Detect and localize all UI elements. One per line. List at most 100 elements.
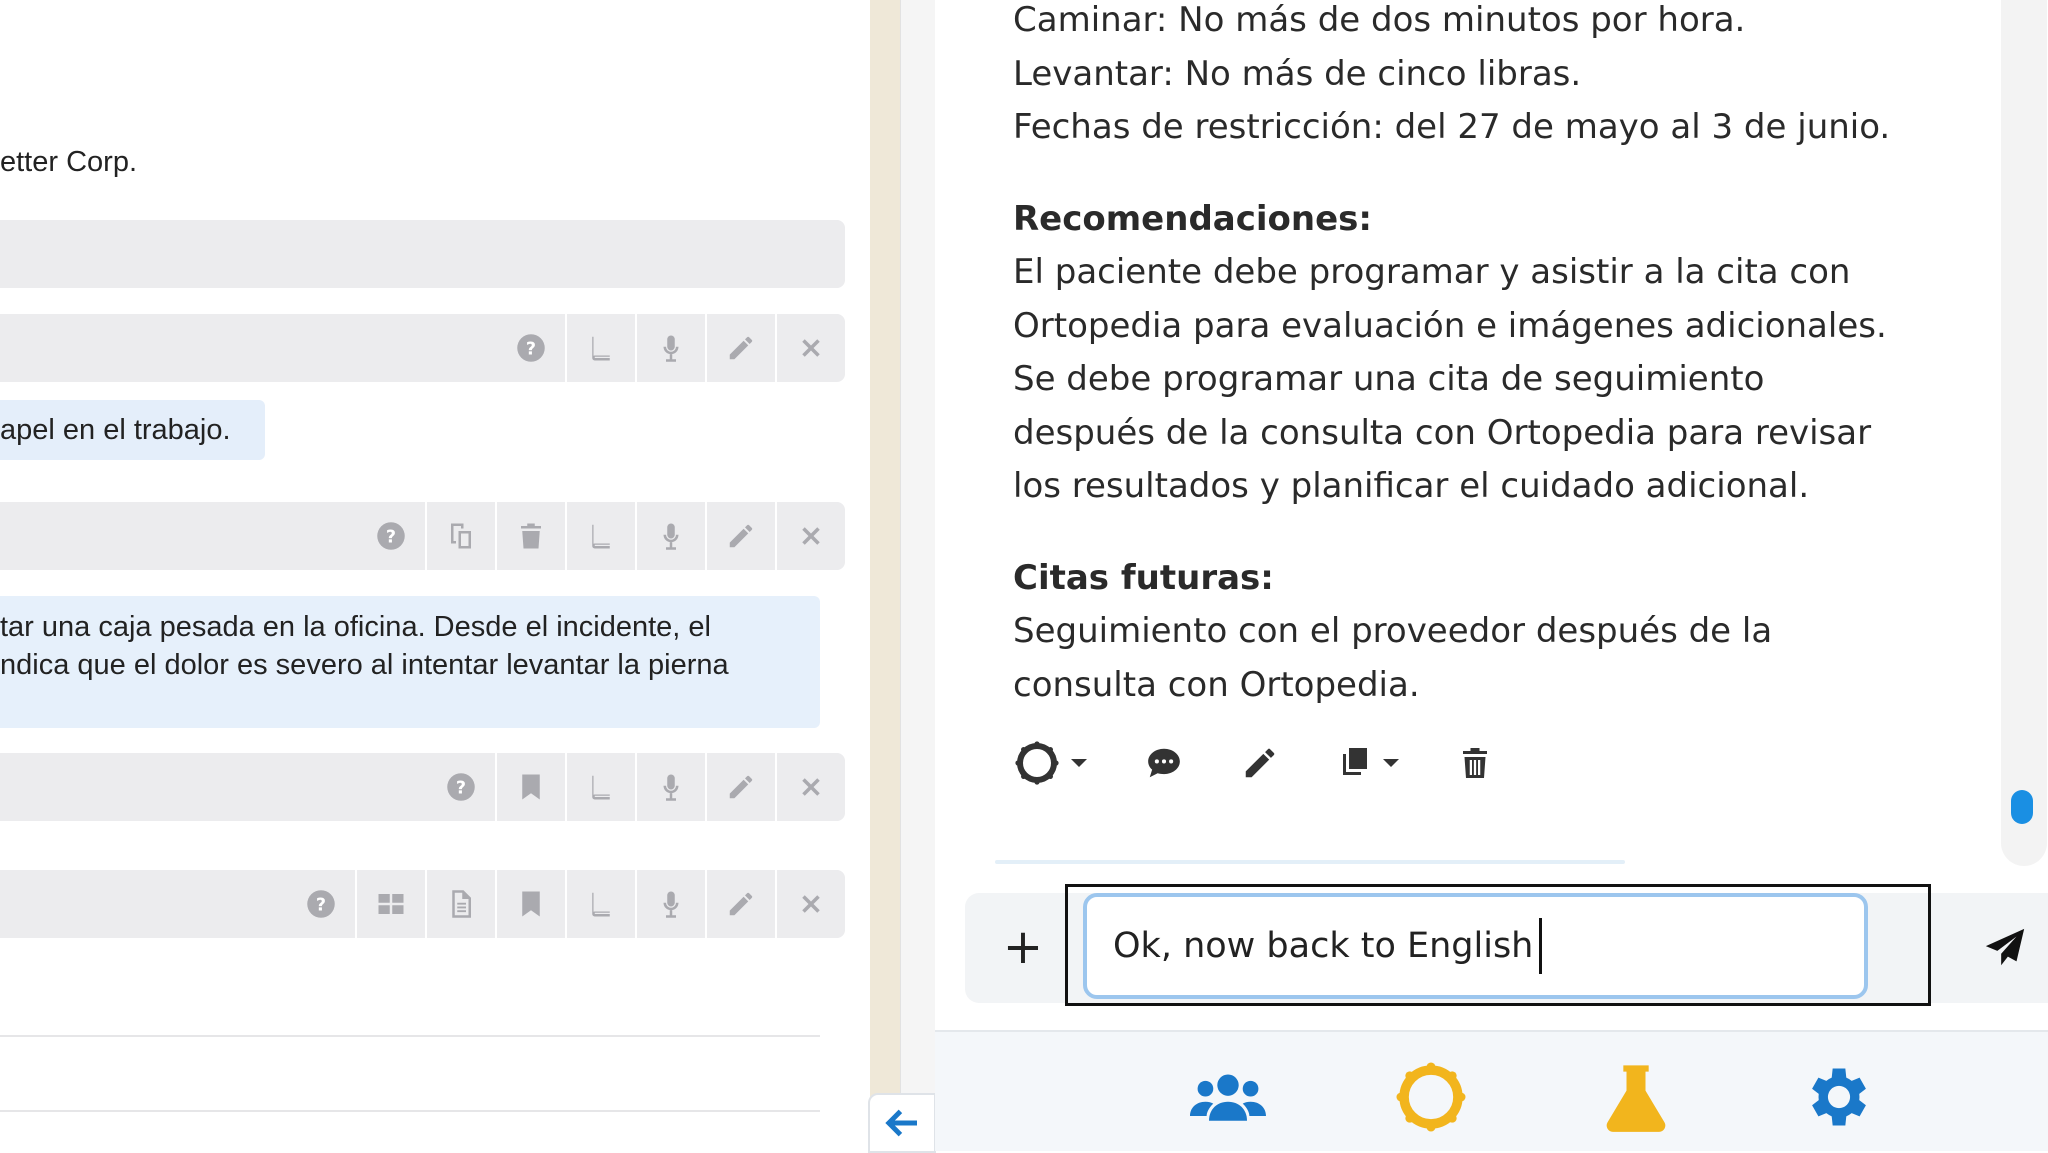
help-button[interactable]: ?: [287, 870, 355, 938]
close-button[interactable]: [775, 314, 845, 382]
close-icon: [802, 778, 820, 796]
copy-button[interactable]: [425, 502, 495, 570]
collapse-panel-button[interactable]: [868, 1093, 936, 1153]
left-panel: etter Corp. ? apel en el trabajo. ? tar …: [0, 0, 870, 1149]
message-input[interactable]: [1083, 893, 1868, 999]
recommendation-line: El paciente debe programar y asistir a l…: [1013, 252, 1851, 292]
edit-message-button[interactable]: [1241, 744, 1279, 782]
mic-icon: [663, 891, 679, 918]
bookmark-icon: [522, 891, 540, 917]
recommendations-heading: Recomendaciones:: [1013, 198, 1372, 239]
help-icon: ?: [307, 890, 335, 918]
pencil-icon: [729, 524, 753, 548]
nav-team-button[interactable]: [1183, 1052, 1273, 1142]
message-chip: apel en el trabajo.: [0, 400, 265, 460]
trash-icon: [1463, 748, 1487, 778]
svg-text:?: ?: [526, 339, 536, 359]
appointment-line: consulta con Ortopedia.: [1013, 664, 1420, 705]
close-button[interactable]: [775, 753, 845, 821]
pencil-icon: [729, 336, 753, 360]
book-icon: [592, 523, 610, 549]
model-select-button[interactable]: [1013, 739, 1087, 787]
edit-button[interactable]: [705, 870, 775, 938]
chevron-down-icon: [1383, 759, 1399, 767]
close-icon: [802, 339, 820, 357]
empty-bar: [0, 220, 845, 288]
delete-message-button[interactable]: [1457, 745, 1493, 781]
delete-button[interactable]: [495, 502, 565, 570]
mic-button[interactable]: [635, 753, 705, 821]
document-icon: [452, 890, 471, 918]
help-icon: ?: [517, 334, 545, 362]
divider-line: [0, 1035, 820, 1037]
flask-icon: [1606, 1065, 1666, 1132]
panel-resize-handle[interactable]: [870, 0, 900, 1149]
toolbar-row: ?: [0, 870, 845, 938]
recommendation-line: Ortopedia para evaluación e imágenes adi…: [1013, 305, 1887, 346]
copy-icon: [451, 523, 471, 549]
copy-icon: [1343, 748, 1367, 775]
toolbar-row: ?: [0, 502, 845, 570]
bookmark-button[interactable]: [495, 870, 565, 938]
restriction-line: Fechas de restricción: del 27 de mayo al…: [1013, 107, 1891, 147]
mic-icon: [663, 774, 679, 801]
sun-icon: [1396, 1062, 1466, 1132]
help-button[interactable]: ?: [427, 753, 495, 821]
restriction-line: Levantar: No más de cinco libras.: [1013, 53, 1582, 94]
comment-button[interactable]: [1145, 744, 1183, 782]
book-icon: [592, 774, 610, 800]
send-button[interactable]: [1975, 918, 2035, 978]
company-name: etter Corp.: [0, 146, 137, 178]
mic-button[interactable]: [635, 502, 705, 570]
mic-button[interactable]: [635, 314, 705, 382]
assistant-message: Caminar: No más de dos minutos por hora.…: [1013, 0, 1963, 712]
people-icon: [1190, 1074, 1266, 1121]
close-button[interactable]: [775, 502, 845, 570]
close-button[interactable]: [775, 870, 845, 938]
scrollbar-thumb[interactable]: [2011, 790, 2033, 824]
grid-button[interactable]: [355, 870, 425, 938]
book-button[interactable]: [565, 314, 635, 382]
edit-button[interactable]: [705, 314, 775, 382]
scrollbar-track[interactable]: [2001, 0, 2047, 866]
edit-button[interactable]: [705, 753, 775, 821]
help-button[interactable]: ?: [357, 502, 425, 570]
send-icon: [1985, 928, 2025, 966]
copy-menu-button[interactable]: [1337, 745, 1399, 781]
svg-text:?: ?: [386, 527, 396, 547]
document-button[interactable]: [425, 870, 495, 938]
mic-button[interactable]: [635, 870, 705, 938]
pencil-icon: [1245, 748, 1275, 778]
book-button[interactable]: [565, 870, 635, 938]
recommendation-line: los resultados y planificar el cuidado a…: [1013, 466, 1810, 506]
nav-lab-button[interactable]: [1591, 1052, 1681, 1142]
chat-panel: Caminar: No más de dos minutos por hora.…: [935, 0, 2048, 1151]
bottom-nav: [935, 1030, 2048, 1151]
help-button[interactable]: ?: [497, 314, 565, 382]
book-button[interactable]: [565, 753, 635, 821]
mic-icon: [663, 335, 679, 362]
close-icon: [802, 895, 820, 913]
bookmark-icon: [522, 774, 540, 800]
chevron-down-icon: [1071, 759, 1087, 767]
nav-settings-button[interactable]: [1794, 1052, 1884, 1142]
message-actions: [1013, 735, 1551, 791]
nav-sun-button[interactable]: [1386, 1052, 1476, 1142]
recommendation-line: después de la consulta con Ortopedia par…: [1013, 412, 1872, 453]
divider-line: [0, 1110, 820, 1112]
sun-outline-icon: [1015, 741, 1059, 785]
bookmark-button[interactable]: [495, 753, 565, 821]
book-button[interactable]: [565, 502, 635, 570]
trash-icon: [521, 523, 541, 549]
edit-button[interactable]: [705, 502, 775, 570]
book-icon: [592, 335, 610, 361]
arrow-left-icon: [885, 1109, 917, 1137]
close-icon: [802, 527, 820, 545]
restriction-line: Caminar: No más de dos minutos por hora.: [1013, 0, 1746, 40]
grid-icon: [378, 894, 404, 914]
svg-text:?: ?: [316, 895, 326, 915]
book-icon: [592, 891, 610, 917]
toolbar-row: ?: [0, 314, 845, 382]
appointments-heading: Citas futuras:: [1013, 557, 1274, 598]
add-attachment-button[interactable]: +: [993, 917, 1053, 977]
